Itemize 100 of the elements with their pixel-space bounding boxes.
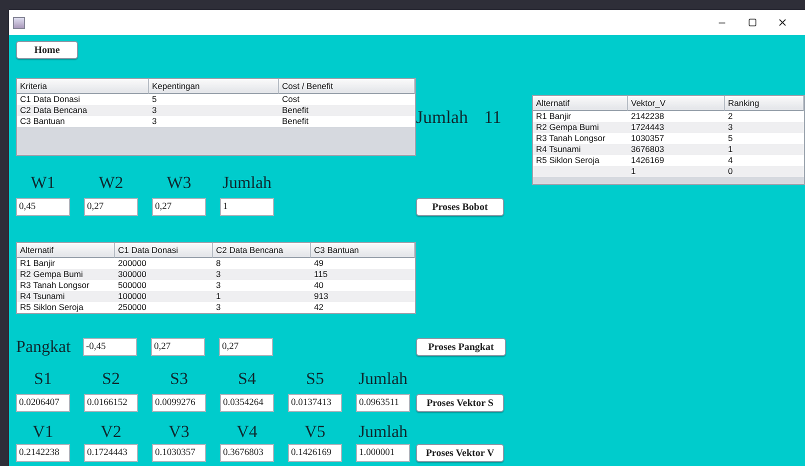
table-cell: R1 Banjir [533,111,628,122]
weight-field[interactable]: 1 [220,198,274,216]
table-cell: 250000 [115,302,213,313]
vector-v-label: V4 [236,422,258,442]
vector-v-label: Jumlah [358,422,408,442]
weight-field[interactable]: 0,27 [84,198,138,216]
column-header[interactable]: Alternatif [533,96,628,111]
vector-v-label: V3 [168,422,190,442]
exponent-field[interactable]: -0,45 [83,338,137,356]
table-cell: R2 Gempa Bumi [17,269,115,280]
weight-field[interactable]: 0,27 [152,198,206,216]
table-cell: 2142238 [628,111,725,122]
vector-v-field[interactable]: 0.1724443 [84,444,138,462]
vector-s-label: S5 [306,369,324,389]
vector-v-field[interactable]: 0.1030357 [152,444,206,462]
table-cell: C2 Data Bencana [17,105,149,116]
table-cell: 40 [311,280,415,291]
vector-s-label: S1 [34,369,52,389]
vector-s-label: Jumlah [358,369,408,389]
column-header[interactable]: Alternatif [17,243,115,258]
vector-s-label: S3 [170,369,188,389]
table-cell: 3 [213,280,311,291]
vector-v-field[interactable]: 0.1426169 [288,444,342,462]
table-cell: 3676803 [628,144,725,155]
table-cell: C1 Data Donasi [17,94,149,105]
table-cell: 3 [725,122,804,133]
table-cell: 200000 [115,258,213,269]
table-cell: 5 [725,133,804,144]
table-cell: C3 Bantuan [17,116,149,127]
vector-s-label: S2 [102,369,120,389]
table-cell: R4 Tsunami [533,144,628,155]
column-header[interactable]: Kriteria [17,79,149,94]
close-icon [776,17,788,28]
table-cell: Benefit [279,116,415,127]
vector-s-field[interactable]: 0.0354264 [220,394,274,412]
home-button[interactable]: Home [16,41,78,59]
column-header[interactable]: Vektor_V [628,96,725,111]
table-cell: 1724443 [628,122,725,133]
total-label: Jumlah [416,106,468,128]
vector-v-label: V5 [304,422,326,442]
table-cell: 1426169 [628,155,725,166]
table-cell: 1 [213,291,311,302]
table-cell: 100000 [115,291,213,302]
vector-v-field[interactable]: 0.2142238 [16,444,70,462]
column-header[interactable]: C3 Bantuan [311,243,415,258]
column-header[interactable]: C2 Data Bencana [213,243,311,258]
table-cell: R5 Siklon Seroja [533,155,628,166]
table-cell: R3 Tanah Longsor [17,280,115,291]
table-cell: 500000 [115,280,213,291]
exponent-field[interactable]: 0,27 [151,338,205,356]
proses-vektor-v-button[interactable]: Proses Vektor V [416,444,504,462]
table-cell: 1030357 [628,133,725,144]
table-cell: 2 [725,111,804,122]
table-cell: 1 [725,144,804,155]
table-cell: 3 [213,269,311,280]
table-cell: R1 Banjir [17,258,115,269]
exponent-field[interactable]: 0,27 [219,338,273,356]
table-cell: R2 Gempa Bumi [533,122,628,133]
vector-s-field[interactable]: 0.0206407 [16,394,70,412]
maximize-icon [748,18,756,27]
table-cell: 913 [311,291,415,302]
column-header[interactable]: C1 Data Donasi [115,243,213,258]
table-cell: 49 [311,258,415,269]
weight-label: Jumlah [222,173,272,193]
weight-label: W1 [30,173,56,193]
table-cell: 3 [213,302,311,313]
column-header[interactable]: Cost / Benefit [279,79,415,94]
table-cell: R3 Tanah Longsor [533,133,628,144]
table-cell: 3 [149,105,279,116]
table-cell: 1 [628,166,725,177]
proses-vektor-s-button[interactable]: Proses Vektor S [416,394,504,412]
table-cell: Benefit [279,105,415,116]
table-cell: R5 Siklon Seroja [17,302,115,313]
vector-v-label: V1 [32,422,54,442]
column-header[interactable]: Kepentingan [149,79,279,94]
table-cell: 3 [149,116,279,127]
weight-label: W3 [166,173,192,193]
column-header[interactable]: Ranking [725,96,804,111]
vector-v-field[interactable]: 0.3676803 [220,444,274,462]
table-cell: 42 [311,302,415,313]
vector-s-field[interactable]: 0.0963511 [356,394,410,412]
weight-field[interactable]: 0,45 [16,198,70,216]
vector-s-field[interactable]: 0.0137413 [288,394,342,412]
table-cell: 115 [311,269,415,280]
vector-s-field[interactable]: 0.0099276 [152,394,206,412]
vector-s-label: S4 [238,369,256,389]
vector-v-field[interactable]: 1.000001 [356,444,410,462]
table-cell: 0 [725,166,804,177]
table-cell: 300000 [115,269,213,280]
vector-s-field[interactable]: 0.0166152 [84,394,138,412]
table-cell: 5 [149,94,279,105]
table-cell: 8 [213,258,311,269]
proses-bobot-button[interactable]: Proses Bobot [416,198,504,216]
pangkat-label: Pangkat [16,336,69,358]
proses-pangkat-button[interactable]: Proses Pangkat [416,338,506,356]
table-cell: Cost [279,94,415,105]
vector-v-label: V2 [100,422,122,442]
weight-label: W2 [98,173,124,193]
table-cell: R4 Tsunami [17,291,115,302]
app-icon [13,16,25,28]
